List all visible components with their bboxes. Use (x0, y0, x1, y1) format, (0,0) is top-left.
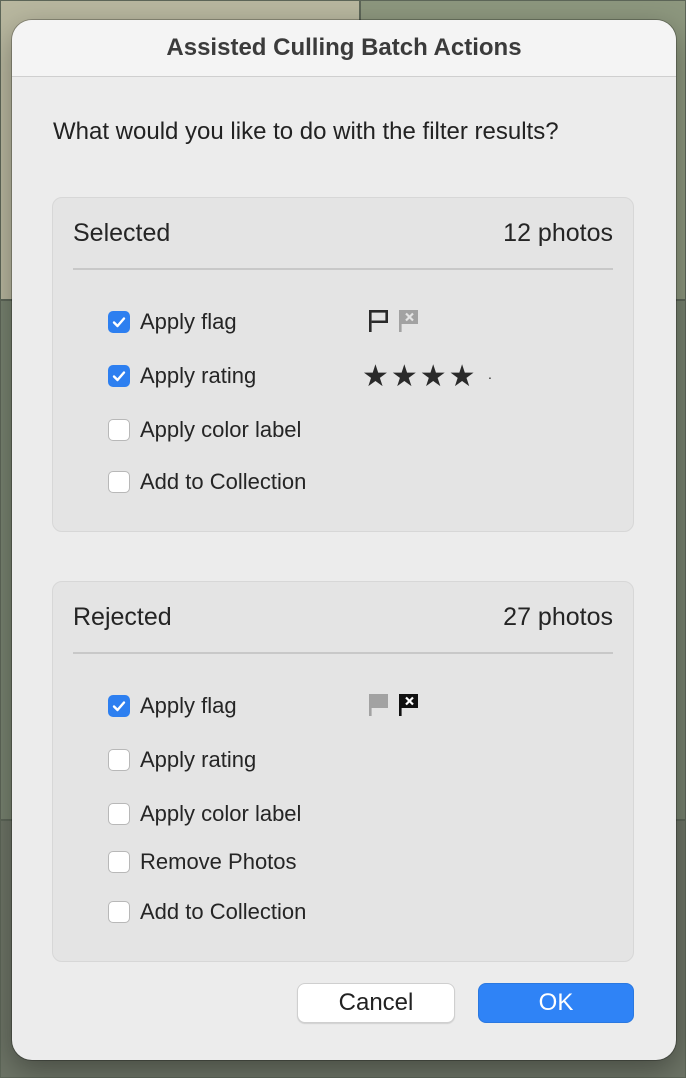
ok-button[interactable]: OK (478, 983, 634, 1023)
selected-heading: Selected (73, 218, 171, 247)
checkmark-icon (112, 701, 126, 712)
rejected-add-to-collection-label: Add to Collection (140, 899, 307, 924)
rejected-group-header: Rejected 27 photos (73, 582, 613, 654)
selected-apply-flag-row[interactable]: Apply flag (108, 307, 237, 337)
rejected-add-to-collection-checkbox[interactable] (108, 901, 130, 923)
star-icons[interactable]: ★★★★ (362, 359, 478, 394)
selected-apply-flag-label: Apply flag (140, 309, 237, 334)
pick-flag-icon[interactable] (367, 692, 391, 718)
batch-actions-dialog: Assisted Culling Batch Actions What woul… (12, 20, 676, 1060)
rejected-remove-photos-label: Remove Photos (140, 849, 297, 874)
selected-add-to-collection-row[interactable]: Add to Collection (108, 467, 306, 497)
selected-group-header: Selected 12 photos (73, 198, 613, 270)
cancel-button[interactable]: Cancel (297, 983, 455, 1023)
rejected-remove-photos-checkbox[interactable] (108, 851, 130, 873)
rejected-remove-photos-row[interactable]: Remove Photos (108, 847, 297, 877)
selected-apply-rating-row[interactable]: Apply rating (108, 361, 256, 391)
checkmark-icon (112, 371, 126, 382)
rejected-flag-picker[interactable] (367, 692, 421, 718)
reject-flag-icon[interactable] (397, 692, 421, 718)
dialog-title: Assisted Culling Batch Actions (166, 34, 522, 61)
selected-apply-color-label-row[interactable]: Apply color label (108, 415, 301, 445)
selected-add-to-collection-checkbox[interactable] (108, 471, 130, 493)
empty-star-marker[interactable]: · (488, 369, 495, 385)
rejected-apply-flag-checkbox[interactable] (108, 695, 130, 717)
selected-flag-picker[interactable] (367, 308, 421, 334)
star-rating-control[interactable]: ★★★★ · (362, 359, 494, 394)
checkmark-icon (112, 317, 126, 328)
selected-apply-rating-label: Apply rating (140, 363, 257, 388)
selected-add-to-collection-label: Add to Collection (140, 469, 307, 494)
rejected-apply-color-label-checkbox[interactable] (108, 803, 130, 825)
selected-group: Selected 12 photos Apply flag Apply rati… (52, 197, 634, 532)
selected-apply-color-label-checkbox[interactable] (108, 419, 130, 441)
rejected-apply-color-label-label: Apply color label (140, 801, 302, 826)
dialog-titlebar: Assisted Culling Batch Actions (12, 20, 676, 77)
rejected-apply-flag-label: Apply flag (140, 693, 237, 718)
rejected-add-to-collection-row[interactable]: Add to Collection (108, 897, 306, 927)
rejected-count: 27 photos (503, 602, 613, 631)
rejected-apply-flag-row[interactable]: Apply flag (108, 691, 237, 721)
rejected-apply-rating-checkbox[interactable] (108, 749, 130, 771)
rejected-apply-rating-label: Apply rating (140, 747, 257, 772)
dialog-question: What would you like to do with the filte… (53, 118, 559, 145)
rejected-heading: Rejected (73, 602, 172, 631)
pick-flag-icon[interactable] (367, 308, 391, 334)
selected-count: 12 photos (503, 218, 613, 247)
selected-apply-flag-checkbox[interactable] (108, 311, 130, 333)
selected-apply-color-label-label: Apply color label (140, 417, 302, 442)
selected-apply-rating-checkbox[interactable] (108, 365, 130, 387)
rejected-group: Rejected 27 photos Apply flag Apply rati… (52, 581, 634, 962)
rejected-apply-rating-row[interactable]: Apply rating (108, 745, 256, 775)
reject-flag-icon[interactable] (397, 308, 421, 334)
rejected-apply-color-label-row[interactable]: Apply color label (108, 799, 301, 829)
